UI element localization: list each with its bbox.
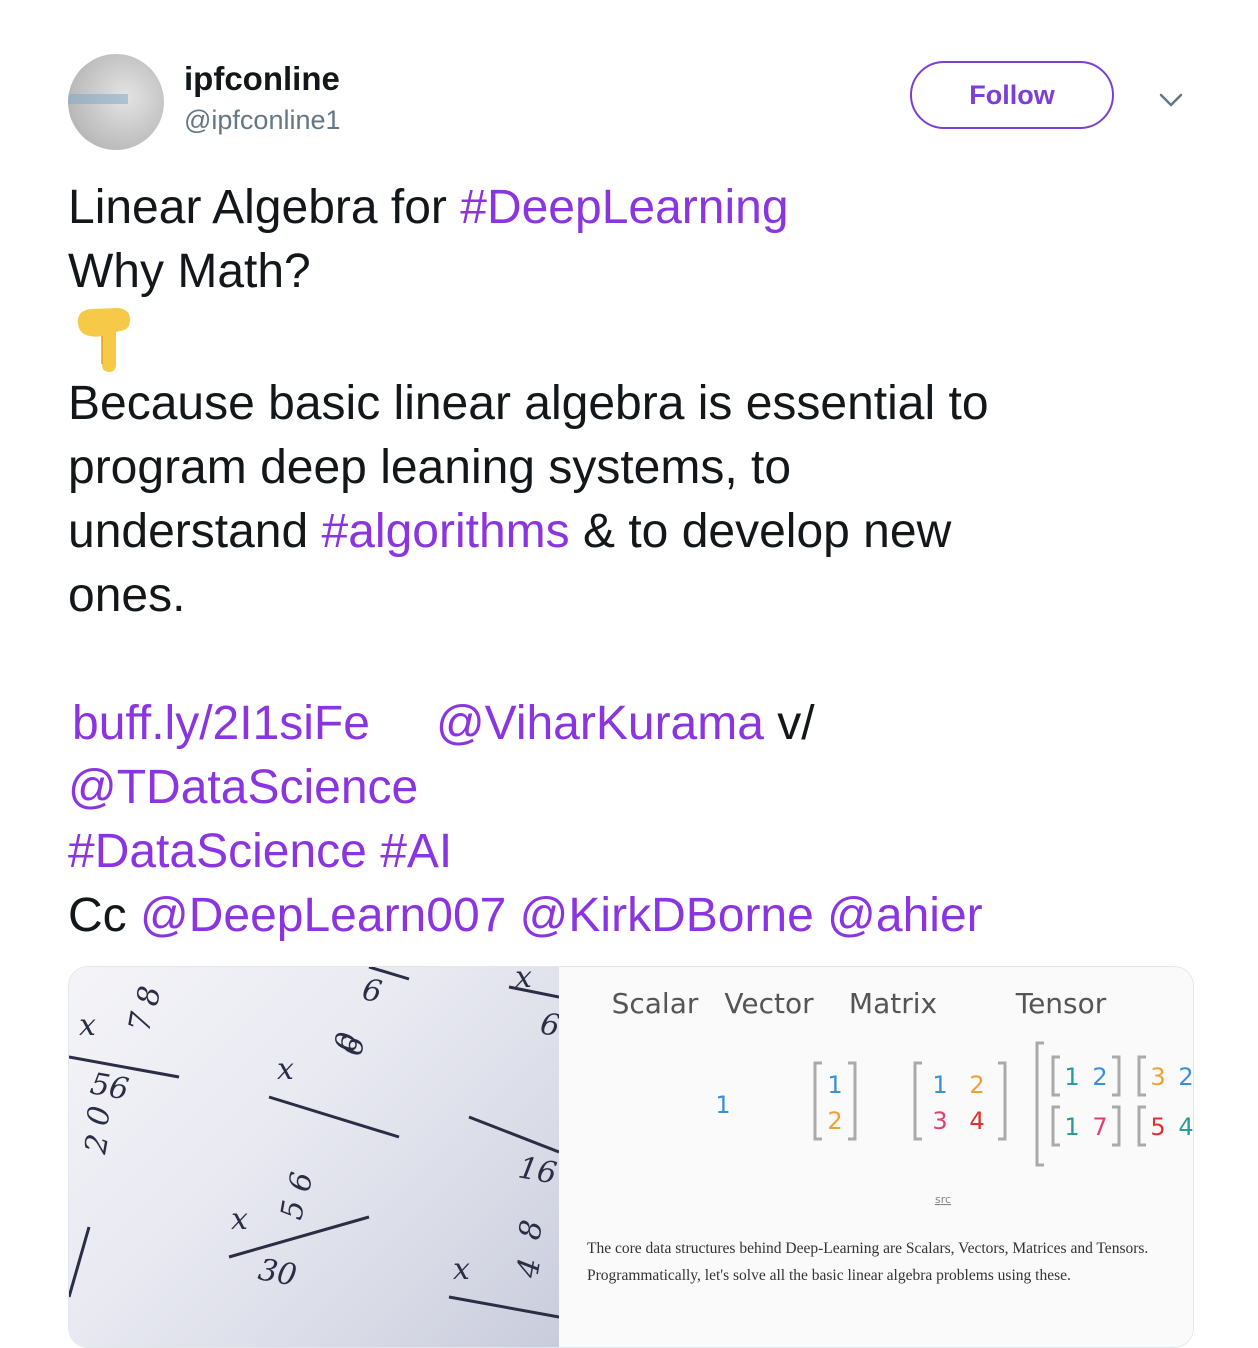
handwritten-math-photo[interactable]: 8 7 x 56 0 2 6 0 x 6 5 x 30 6 x 8 4 x 6 16 xyxy=(69,967,559,1347)
photo-digit: 6 xyxy=(282,1170,320,1195)
tensor-bracket-left xyxy=(1051,1055,1060,1097)
via-text: v/ xyxy=(763,697,815,750)
photo-digit: 56 xyxy=(88,1066,132,1107)
photo-digit: 7 xyxy=(122,1009,160,1035)
diagram-header: Scalar xyxy=(612,987,699,1020)
tweet-link[interactable]: buff.ly/2I1siFe xyxy=(72,697,370,750)
tensor-value: 2 xyxy=(1178,1063,1193,1091)
diagram-caption: The core data structures behind Deep-Lea… xyxy=(587,1240,1149,1284)
tensor-bracket-left xyxy=(1137,1055,1146,1097)
tweet-text-span: Linear Algebra for xyxy=(68,181,461,234)
hashtag-ai[interactable]: #AI xyxy=(380,825,452,878)
photo-digit: x xyxy=(231,1202,248,1237)
tweet-line-2: Why Math? xyxy=(68,245,311,298)
hashtag-algorithms[interactable]: #algorithms xyxy=(322,505,570,558)
diagram-header: Vector xyxy=(724,987,814,1020)
photo-digit: x xyxy=(453,1252,470,1287)
tweet-media-card[interactable]: 8 7 x 56 0 2 6 0 x 6 5 x 30 6 x 8 4 x 6 16 Scalar Vector Matr… xyxy=(68,966,1194,1348)
src-link: src xyxy=(935,1193,951,1206)
tweet-line-pub: @TDataScience xyxy=(68,756,1198,820)
tensor-value: 4 xyxy=(1178,1113,1193,1141)
user-handle[interactable]: @ipfconline1 xyxy=(184,105,341,136)
tweet-line-links: buff.ly/2I1siFe @ViharKurama v/ xyxy=(68,692,1198,756)
tweet-text-span: & to develop new xyxy=(569,505,952,558)
tensor-value: 5 xyxy=(1150,1113,1165,1141)
photo-digit: x xyxy=(515,967,532,995)
photo-digit: 16 xyxy=(516,1150,559,1191)
matrix-bracket-left xyxy=(913,1061,922,1141)
tweet-line-1: Linear Algebra for #DeepLearning xyxy=(68,176,1198,240)
tweet-line-6: ones. xyxy=(68,569,186,622)
diagram-drawing: Scalar Vector Matrix Tensor1121 23 41 2 3 21 7 5 4s… xyxy=(612,987,1193,1206)
photo-drawing: 87x560260x65x306x84x616 xyxy=(69,967,559,1319)
mention-deeplearn007[interactable]: @DeepLearn007 xyxy=(140,889,506,942)
vector-value: 1 xyxy=(827,1071,842,1099)
photo-digit: 2 xyxy=(78,1132,116,1158)
tensor-diagram[interactable]: Scalar Vector Matrix Tensor 1 1 2 1 2 3 4 1 2 3 2 1 7 5 4 s… xyxy=(559,967,1193,1347)
scalar-value: 1 xyxy=(715,1091,730,1119)
tweet-line-3: Because basic linear algebra is essentia… xyxy=(68,377,989,430)
mention-viharkurama[interactable]: @ViharKurama xyxy=(436,697,764,750)
photo-digit: 6 xyxy=(538,1006,559,1044)
hashtag-deeplearning[interactable]: #DeepLearning xyxy=(460,181,788,234)
avatar[interactable] xyxy=(68,54,164,150)
photo-digit: 4 xyxy=(510,1256,548,1282)
vector-bracket-left xyxy=(813,1061,822,1141)
tweet-line-hashtags: #DataScience #AI xyxy=(68,820,1198,884)
cc-text: Cc xyxy=(68,889,140,942)
tensor-bracket-right xyxy=(1112,1105,1121,1147)
tensor-bracket-right xyxy=(1112,1055,1121,1097)
tweet-line-5: understand #algorithms & to develop new xyxy=(68,500,1198,564)
tensor-value: 1 xyxy=(1064,1063,1079,1091)
diagram-header: Tensor xyxy=(1015,987,1107,1020)
tensor-value: 1 xyxy=(1064,1113,1079,1141)
mention-kirkdborne[interactable]: @KirkDBorne xyxy=(520,889,814,942)
photo-digit: 0 xyxy=(80,1104,118,1129)
matrix-value: 4 xyxy=(969,1107,984,1135)
avatar-logo xyxy=(68,94,128,104)
vector-bracket-right xyxy=(848,1061,857,1141)
tensor-value: 3 xyxy=(1150,1063,1165,1091)
photo-digit: 6 xyxy=(360,972,385,1010)
tensor-value: 7 xyxy=(1092,1113,1107,1141)
follow-button[interactable]: Follow xyxy=(910,61,1114,129)
matrix-value: 2 xyxy=(969,1071,984,1099)
photo-digit: 8 xyxy=(512,1218,550,1243)
photo-digit: x xyxy=(277,1052,294,1087)
tweet-line-cc: Cc @DeepLearn007 @KirkDBorne @ahier xyxy=(68,884,1198,948)
chevron-down-icon[interactable] xyxy=(1155,84,1187,116)
matrix-bracket-right xyxy=(998,1061,1007,1141)
photo-digit: 8 xyxy=(130,984,168,1009)
photo-digit: 5 xyxy=(274,1198,312,1223)
tensor-outer-bracket-left xyxy=(1035,1041,1044,1167)
photo-digit: x xyxy=(79,1008,96,1043)
display-name[interactable]: ipfconline xyxy=(184,60,340,98)
vector-value: 2 xyxy=(827,1107,842,1135)
matrix-value: 1 xyxy=(932,1071,947,1099)
hashtag-datascience[interactable]: #DataScience xyxy=(68,825,367,878)
mention-tdatascience[interactable]: @TDataScience xyxy=(68,761,418,814)
tensor-bracket-left xyxy=(1051,1105,1060,1147)
tensor-value: 2 xyxy=(1092,1063,1107,1091)
photo-digit: 6 xyxy=(334,1034,372,1059)
mention-ahier[interactable]: @ahier xyxy=(827,889,982,942)
tweet-text-span: understand xyxy=(68,505,322,558)
photo-digit: 30 xyxy=(256,1252,300,1293)
diagram-header: Matrix xyxy=(849,987,937,1020)
backhand-index-pointing-down-icon xyxy=(77,308,130,372)
matrix-value: 3 xyxy=(932,1107,947,1135)
tensor-bracket-left xyxy=(1137,1105,1146,1147)
tweet-line-4: program deep leaning systems, to xyxy=(68,441,792,494)
